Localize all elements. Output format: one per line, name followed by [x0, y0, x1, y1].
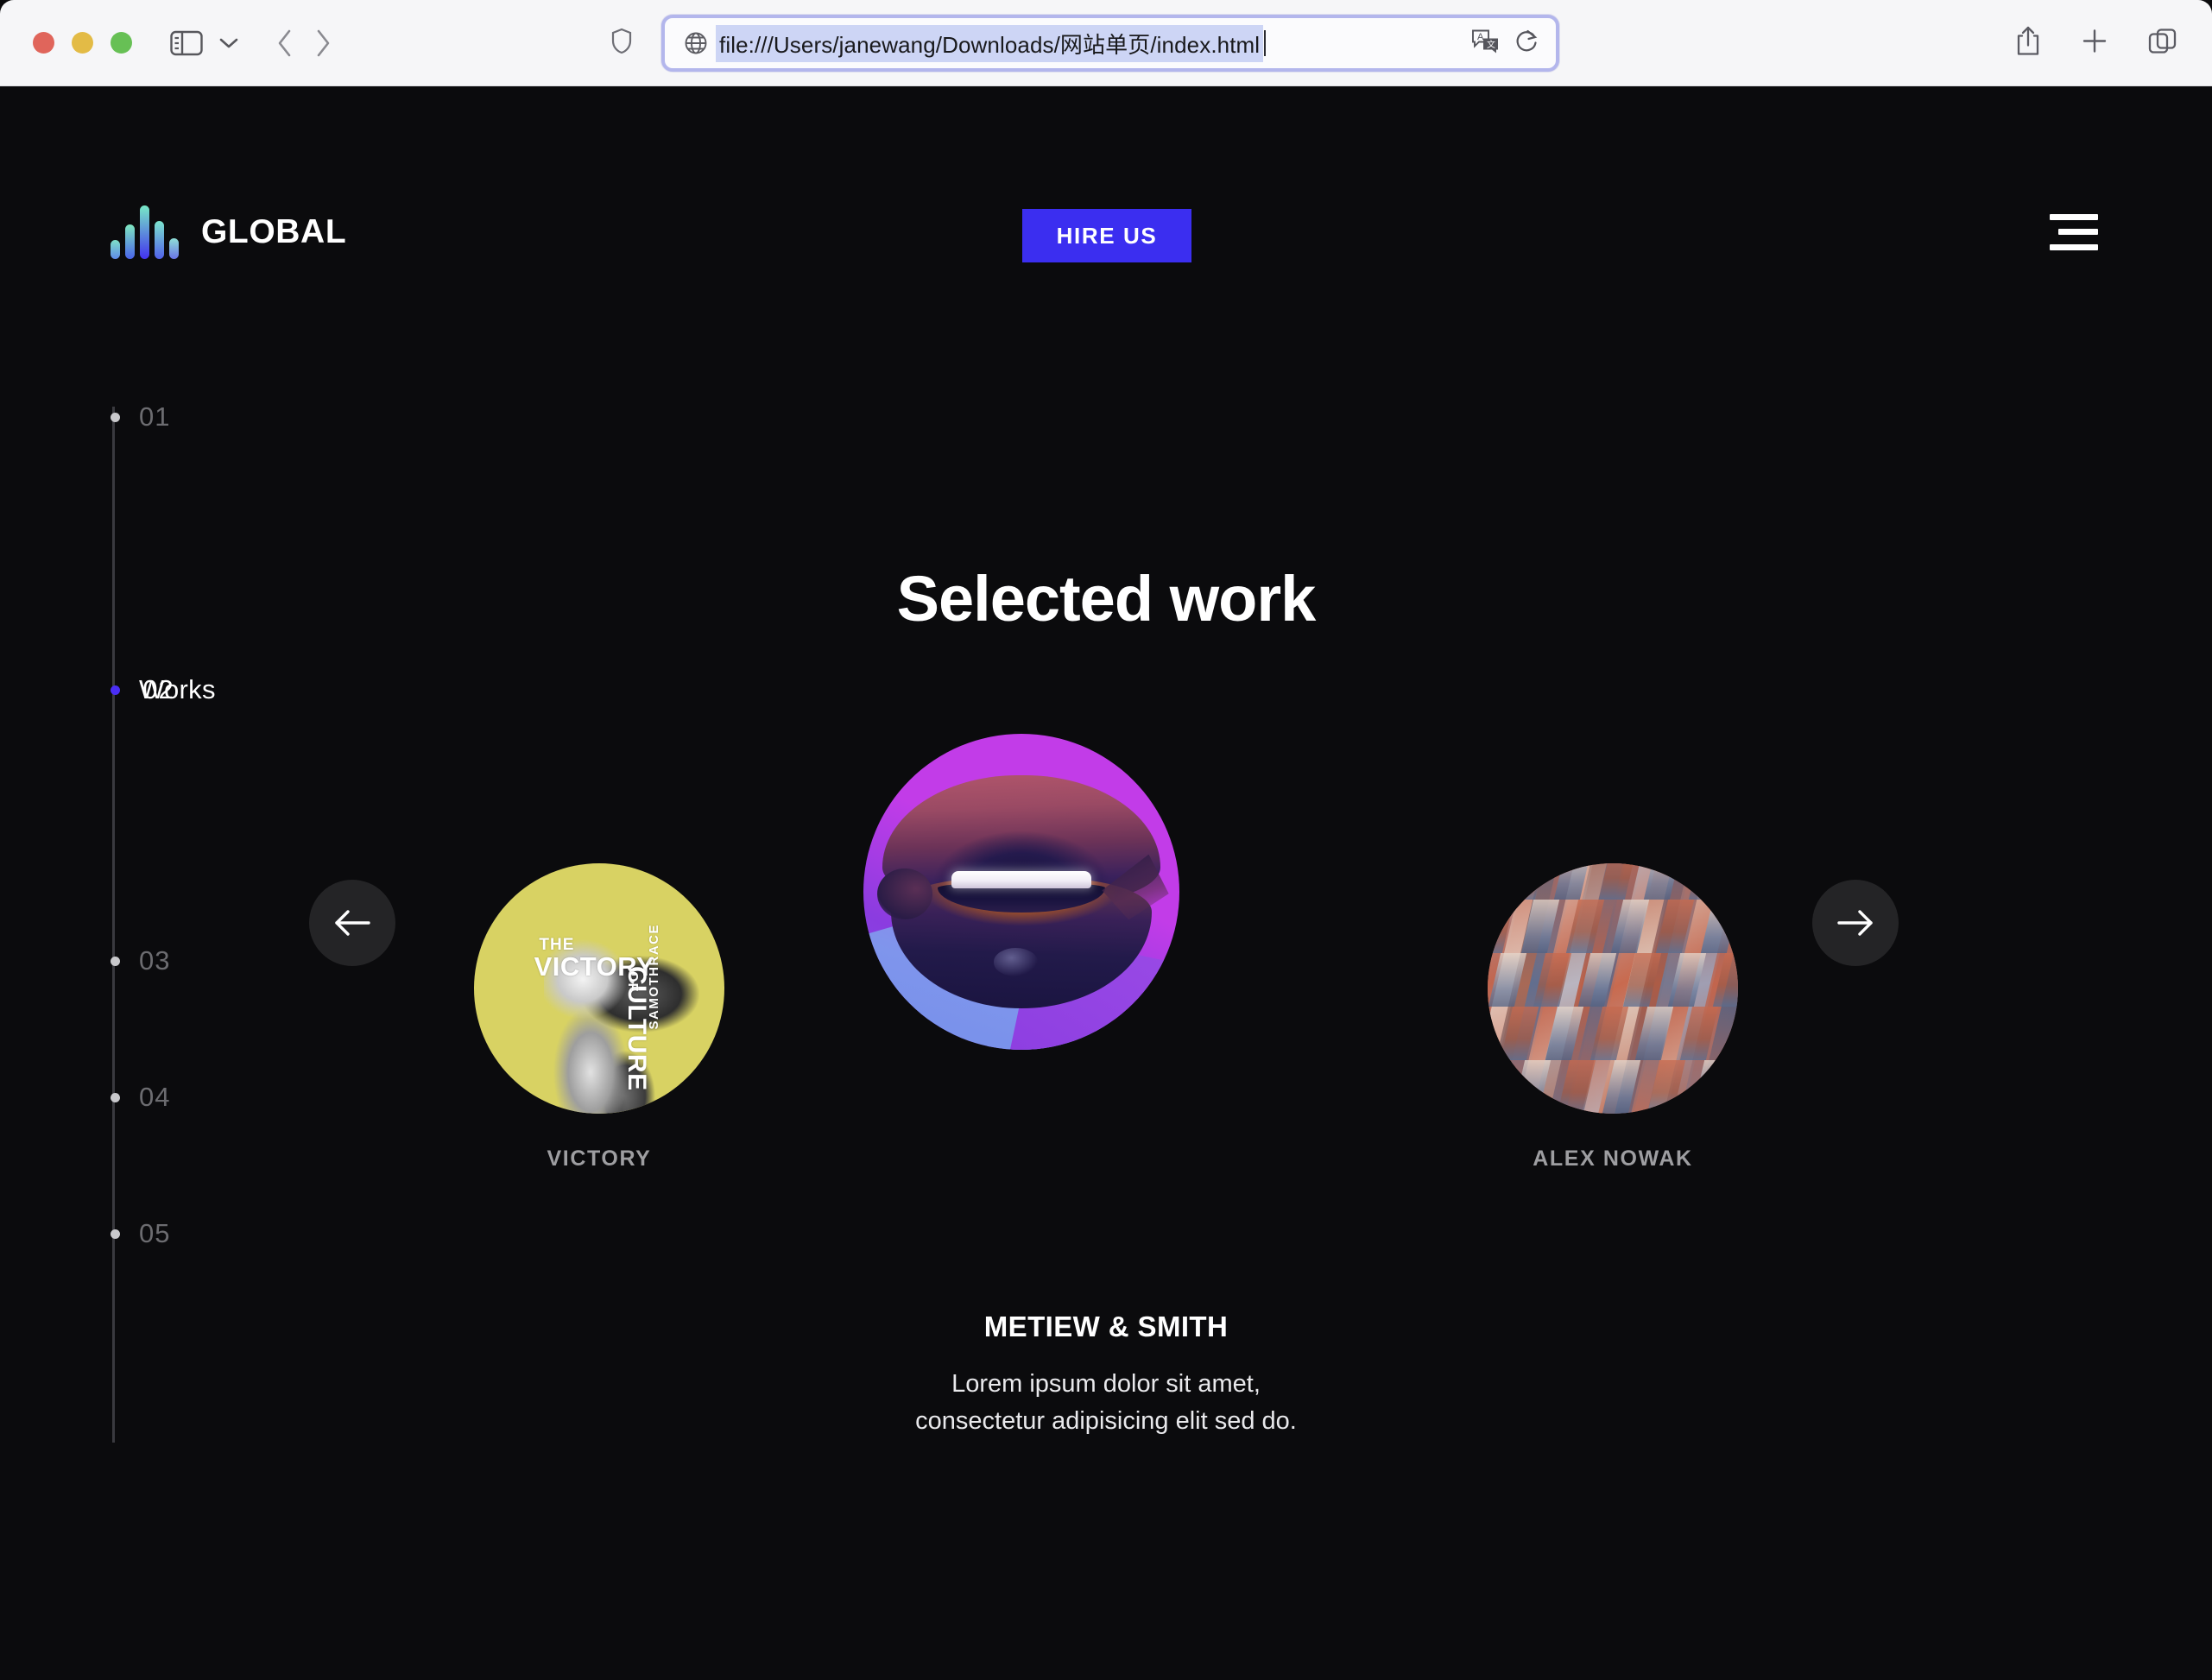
hamburger-bar-2 — [2058, 229, 2098, 235]
nav-item-04[interactable]: 04 — [111, 1082, 170, 1112]
close-button[interactable] — [33, 32, 54, 54]
featured-work-artwork[interactable] — [863, 734, 1179, 1050]
hire-us-button[interactable]: HIRE US — [1022, 209, 1191, 262]
logo-bar-1 — [111, 240, 120, 259]
hamburger-bar-3 — [2050, 244, 2098, 250]
svg-text:文: 文 — [1487, 39, 1495, 50]
address-bar-container: file:///Users/janewang/Downloads/网站单页/in… — [611, 15, 1559, 72]
browser-navigation — [275, 28, 332, 58]
nav-item-active-number: 02 — [142, 674, 174, 704]
translate-icon[interactable]: A 文 — [1471, 28, 1501, 59]
victory-poster-artwork: THE VICTORY CULTURE OF SAMOTHRACE — [474, 863, 724, 1114]
nav-bullet-icon — [111, 956, 120, 966]
text-caret — [1264, 30, 1267, 56]
logo-bar-2 — [125, 224, 135, 259]
web-page: GLOBAL HIRE US 01 02 Works 03 04 05 Selected … — [0, 86, 2212, 1680]
poster-of: OF — [625, 970, 640, 992]
featured-work-description: Lorem ipsum dolor sit amet, consectetur … — [0, 1366, 2212, 1440]
hamburger-menu-icon[interactable] — [2050, 214, 2098, 250]
sidebar-icon[interactable] — [170, 30, 203, 56]
nav-item-number: 04 — [139, 1082, 171, 1112]
pattern-tile — [1736, 1060, 1738, 1114]
poster-samothrace: SAMOTHRACE — [647, 923, 662, 1030]
description-line-2: consectetur adipisicing elit sed do. — [915, 1406, 1297, 1435]
lips-highlight — [993, 948, 1039, 976]
nav-item-number: 05 — [139, 1218, 171, 1248]
logo-bar-4 — [155, 221, 164, 259]
hamburger-bar-1 — [2050, 214, 2098, 220]
svg-text:A: A — [1477, 32, 1484, 42]
toolbar-actions — [2015, 25, 2177, 60]
minimize-button[interactable] — [72, 32, 93, 54]
zoom-button[interactable] — [111, 32, 132, 54]
logo-bar-5 — [169, 238, 179, 259]
share-icon[interactable] — [2015, 25, 2041, 60]
nav-item-03[interactable]: 03 — [111, 945, 170, 976]
logo-bar-3 — [140, 205, 149, 259]
nav-bullet-icon — [111, 1092, 120, 1102]
page-title: Selected work — [896, 563, 1317, 635]
nav-item-number: 01 — [139, 401, 171, 432]
work-thumbnail-alex-nowak[interactable] — [1488, 863, 1738, 1114]
previous-slide-button[interactable] — [309, 880, 395, 966]
nav-item-01[interactable]: 01 — [111, 401, 170, 432]
nav-item-05[interactable]: 05 — [111, 1218, 170, 1248]
brand-logo[interactable]: GLOBAL — [111, 205, 346, 259]
reload-icon[interactable] — [1514, 28, 1539, 59]
nav-item-number: 03 — [139, 945, 171, 976]
next-slide-button[interactable] — [1812, 880, 1899, 966]
privacy-shield-icon[interactable] — [611, 28, 632, 59]
work-caption-victory: VICTORY — [547, 1146, 652, 1171]
equalizer-icon — [111, 205, 179, 259]
browser-toolbar: file:///Users/janewang/Downloads/网站单页/in… — [0, 0, 2212, 86]
arrow-left-icon — [335, 910, 370, 936]
description-line-1: Lorem ipsum dolor sit amet, — [951, 1370, 1261, 1398]
nav-bullet-icon — [111, 685, 120, 695]
work-caption-alex-nowak: ALEX NOWAK — [1533, 1146, 1693, 1171]
brand-name: GLOBAL — [201, 213, 347, 250]
nav-bullet-icon — [111, 412, 120, 422]
work-thumbnail-victory[interactable]: THE VICTORY CULTURE OF SAMOTHRACE — [474, 863, 724, 1114]
back-arrow-icon[interactable] — [275, 28, 294, 58]
tab-overview-icon[interactable] — [2148, 27, 2177, 59]
lips-illustration — [876, 774, 1169, 1009]
url-text[interactable]: file:///Users/janewang/Downloads/网站单页/in… — [716, 24, 1264, 62]
nav-bullet-icon — [111, 1228, 120, 1239]
pattern-tile — [1488, 863, 1503, 900]
globe-icon — [684, 31, 708, 55]
address-bar-actions: A 文 — [1471, 28, 1539, 59]
lips-teeth — [951, 870, 1091, 888]
nav-item-02[interactable]: 02 Works — [111, 674, 216, 704]
featured-work-title: METIEW & SMITH — [983, 1311, 1229, 1342]
lips-corner-left — [876, 868, 932, 920]
geometric-pattern-artwork — [1488, 863, 1738, 1114]
chevron-down-icon[interactable] — [218, 36, 239, 50]
site-header: GLOBAL HIRE US — [0, 86, 2212, 262]
window-controls — [33, 32, 132, 54]
address-bar[interactable]: file:///Users/janewang/Downloads/网站单页/in… — [661, 15, 1559, 72]
plus-icon[interactable] — [2081, 27, 2108, 59]
forward-arrow-icon[interactable] — [313, 28, 332, 58]
arrow-right-icon — [1837, 910, 1873, 936]
